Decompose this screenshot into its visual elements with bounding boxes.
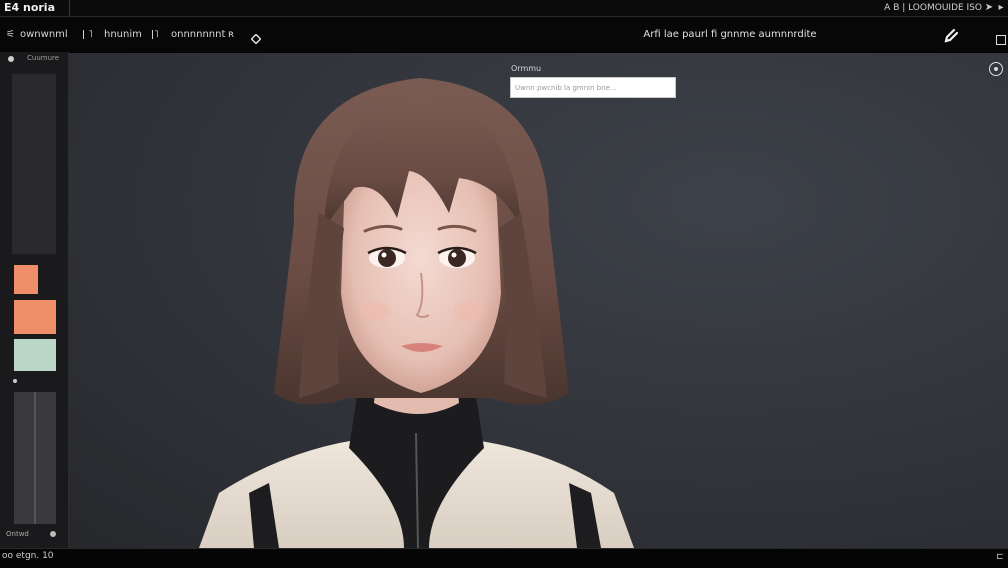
sidebar-footer-dot-icon[interactable] [50, 531, 56, 537]
sidebar-track[interactable] [12, 74, 56, 254]
search-input[interactable] [510, 77, 676, 98]
toolbar: ⚟ ownwnml ǀ ˥ hnunim ǀ˥ onnnnnnnt ʀ Arfi… [0, 17, 1008, 52]
toolbar-item-3-icon[interactable]: ʀ [228, 17, 234, 52]
status-bar: oo etgn. 10 ⊏ [0, 548, 1008, 568]
toolbar-item-2-icon[interactable]: ǀ˥ [151, 17, 159, 52]
slider-track-line [34, 392, 36, 524]
status-text: oo etgn. 10 [2, 551, 54, 561]
title-right-text: A B | LOOMOUIDE ISO [884, 3, 982, 13]
toolbar-item-0-icon[interactable]: ⚟ [6, 17, 15, 52]
swatch-mint[interactable] [14, 339, 56, 371]
panel-icon[interactable]: ⊏ [996, 552, 1004, 562]
title-bar: E4 noria A B | LOOMOUIDE ISO ➤ ▸ [0, 0, 1008, 17]
sidebar-footer-label: Ontwd [6, 530, 29, 538]
send-icon[interactable]: ➤ [983, 0, 995, 16]
image-canvas[interactable] [69, 53, 1008, 548]
search-label: Ormmu [511, 64, 542, 73]
toolbar-item-1-label[interactable]: hnunim [104, 17, 142, 52]
maximize-icon[interactable] [996, 35, 1006, 45]
app-title: E4 noria [4, 1, 56, 14]
title-divider [69, 0, 70, 16]
toolbar-item-1-icon[interactable]: ǀ ˥ [82, 17, 93, 52]
sidebar-header: Cuumure [27, 54, 60, 62]
edit-icon[interactable] [943, 28, 959, 44]
swatch-orange-small[interactable] [14, 265, 38, 294]
toolbar-item-2-label[interactable]: onnnnnnnt [171, 17, 225, 52]
swatch-orange-large[interactable] [14, 300, 56, 334]
play-icon[interactable]: ▸ [995, 0, 1007, 16]
diamond-icon[interactable] [250, 29, 262, 45]
toolbar-item-0-label[interactable]: ownwnml [20, 17, 68, 52]
sidebar-small-dot-icon [13, 379, 17, 383]
target-icon[interactable] [989, 62, 1003, 76]
status-message: Arfi lae paurl fi gnnme aumnnrdite [643, 29, 817, 40]
portrait-image [199, 78, 634, 548]
sidebar-dot-icon[interactable] [8, 56, 14, 62]
